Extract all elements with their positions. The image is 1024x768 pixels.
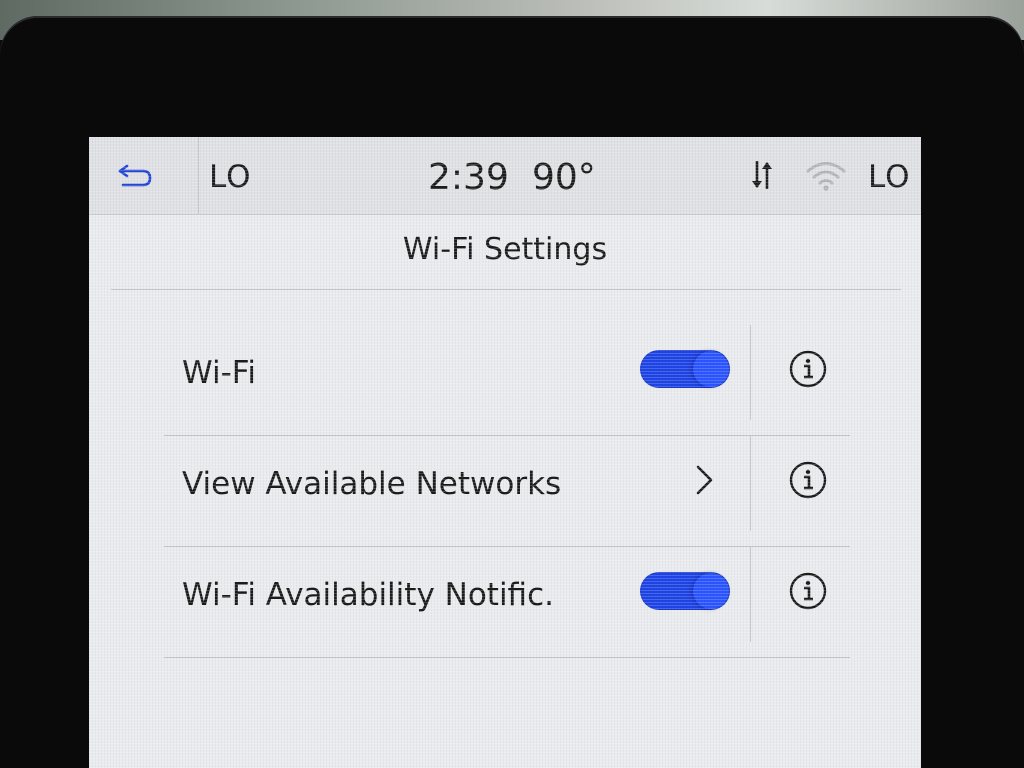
info-icon[interactable] bbox=[788, 571, 828, 611]
wifi-setting-row[interactable]: Wi-Fi bbox=[164, 325, 850, 436]
info-icon[interactable] bbox=[788, 460, 828, 500]
data-transfer-icon bbox=[752, 161, 772, 189]
chevron-right-icon bbox=[696, 465, 713, 495]
row-divider bbox=[164, 657, 850, 658]
wifi-toggle[interactable] bbox=[640, 350, 730, 388]
info-icon[interactable] bbox=[788, 349, 828, 389]
toggle-knob bbox=[693, 351, 729, 387]
wifi-label: Wi-Fi bbox=[182, 355, 256, 391]
row-separator bbox=[750, 325, 751, 420]
driver-temperature[interactable]: LO bbox=[209, 159, 252, 195]
back-button[interactable] bbox=[89, 137, 199, 214]
view-networks-row[interactable]: View Available Networks bbox=[164, 436, 850, 547]
back-arrow-icon bbox=[118, 164, 151, 186]
title-divider bbox=[111, 289, 901, 290]
outside-temperature: 90° bbox=[532, 157, 596, 198]
infotainment-screen: LO 2:39 90° LO Wi-Fi Settings Wi-Fi View… bbox=[89, 137, 921, 768]
wifi-signal-icon bbox=[806, 162, 846, 191]
clock: 2:39 bbox=[428, 157, 509, 198]
wifi-availability-toggle[interactable] bbox=[640, 572, 730, 610]
wifi-availability-label: Wi-Fi Availability Notific. bbox=[182, 577, 554, 613]
status-bar: LO 2:39 90° LO bbox=[89, 137, 921, 215]
page-title: Wi-Fi Settings bbox=[402, 232, 608, 267]
view-networks-label: View Available Networks bbox=[182, 466, 562, 502]
wifi-availability-notification-row[interactable]: Wi-Fi Availability Notific. bbox=[164, 547, 850, 658]
toggle-knob bbox=[693, 573, 729, 609]
passenger-temperature[interactable]: LO bbox=[868, 159, 911, 195]
row-separator bbox=[750, 436, 751, 531]
row-separator bbox=[750, 547, 751, 642]
